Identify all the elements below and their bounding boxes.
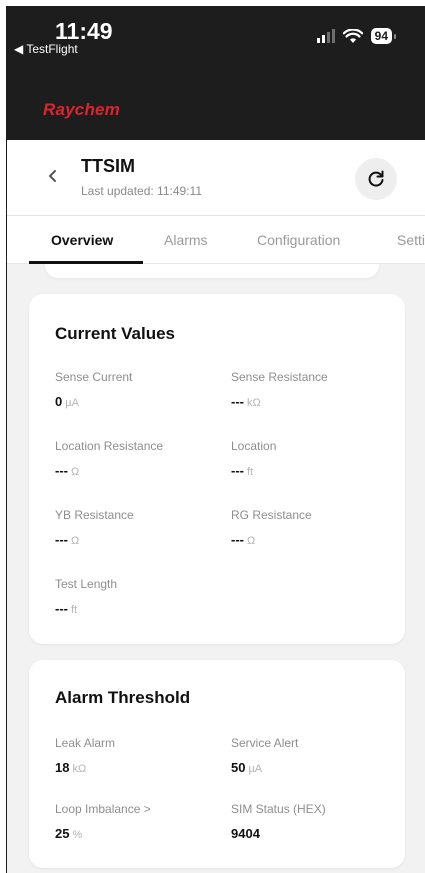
overview-content[interactable]: Current Values Sense Current 0 µA Sense R…: [7, 264, 425, 873]
field-unit: %: [72, 829, 83, 841]
field-unit: ft: [247, 466, 254, 478]
alarm-threshold-card: Alarm Threshold Leak Alarm 18 kΩ Service …: [29, 660, 405, 868]
sim-status-field: SIM Status (HEX) 9404: [231, 802, 326, 841]
leak-alarm-field: Leak Alarm 18 kΩ: [55, 736, 115, 775]
yb-resistance-field: YB Resistance --- Ω: [55, 508, 134, 547]
field-value: ---: [231, 532, 244, 547]
current-values-card: Current Values Sense Current 0 µA Sense R…: [29, 294, 405, 644]
service-alert-field: Service Alert 50 µA: [231, 736, 298, 775]
field-label: Leak Alarm: [55, 736, 116, 750]
location-resistance-field: Location Resistance --- Ω: [55, 439, 163, 478]
field-label: SIM Status (HEX): [231, 802, 326, 816]
field-label: Service Alert: [231, 736, 299, 750]
field-value: 18: [55, 760, 70, 775]
device-title: TTSIM: [81, 156, 135, 176]
field-value: 25: [55, 826, 70, 841]
alarm-threshold-title: Alarm Threshold: [55, 688, 191, 707]
field-label: Loop Imbalance >: [55, 802, 151, 816]
rg-resistance-field: RG Resistance --- Ω: [231, 508, 312, 547]
location-field: Location --- ft: [231, 439, 276, 478]
field-label: Location Resistance: [55, 439, 164, 453]
status-icons: 94: [316, 28, 397, 44]
field-label: Sense Resistance: [231, 370, 328, 384]
back-button[interactable]: [41, 164, 65, 188]
cellular-signal-icon: [316, 29, 335, 43]
tab-settings[interactable]: Setti: [397, 232, 425, 248]
field-label: Test Length: [55, 577, 118, 591]
field-value: ---: [55, 532, 68, 547]
field-value: ---: [231, 463, 244, 478]
device-header: TTSIM Last updated: 11:49:11: [7, 140, 425, 216]
battery-icon: 94: [370, 28, 397, 44]
tab-bar: Overview Alarms Configuration Setti: [7, 216, 425, 264]
last-updated-text: Last updated: 11:49:11: [81, 184, 202, 198]
app-frame: 11:49 ◀ TestFlight 94 Raychem TTSIM Last…: [6, 6, 425, 873]
field-value: ---: [55, 463, 68, 478]
field-unit: Ω: [71, 466, 80, 478]
field-label: YB Resistance: [55, 508, 134, 522]
loop-imbalance-field: Loop Imbalance > 25%: [55, 802, 151, 841]
field-value: 50: [231, 760, 246, 775]
field-value: 9404: [231, 826, 260, 841]
brand-bar: Raychem: [7, 84, 425, 140]
field-unit: kΩ: [247, 397, 261, 409]
tab-configuration[interactable]: Configuration: [257, 232, 340, 248]
field-unit: µA: [65, 397, 79, 409]
field-unit: Ω: [247, 535, 256, 547]
tab-overview[interactable]: Overview: [51, 232, 113, 248]
wifi-icon: [342, 28, 363, 43]
sense-resistance-field: Sense Resistance --- kΩ: [231, 370, 328, 409]
tab-alarms[interactable]: Alarms: [164, 232, 208, 248]
previous-card: [45, 264, 379, 278]
refresh-button[interactable]: [355, 158, 397, 200]
chevron-left-icon: [49, 170, 56, 182]
status-bar: 11:49 ◀ TestFlight 94: [7, 6, 425, 84]
refresh-icon: [368, 170, 384, 187]
field-unit: µA: [248, 763, 263, 775]
field-unit: Ω: [71, 535, 80, 547]
field-label: RG Resistance: [231, 508, 312, 522]
sense-current-field: Sense Current 0 µA: [55, 370, 132, 409]
field-unit: kΩ: [72, 763, 87, 775]
field-label: Location: [231, 439, 277, 453]
field-value: ---: [55, 601, 68, 616]
current-values-title: Current Values: [55, 324, 175, 343]
field-value: ---: [231, 394, 244, 409]
test-length-field: Test Length --- ft: [55, 577, 117, 616]
status-time: 11:49: [55, 18, 113, 44]
raychem-logo: Raychem: [43, 100, 120, 119]
field-label: Sense Current: [55, 370, 133, 384]
field-value: 0: [55, 394, 63, 409]
back-to-testflight-link[interactable]: ◀ TestFlight: [14, 42, 78, 56]
field-unit: ft: [71, 604, 78, 616]
